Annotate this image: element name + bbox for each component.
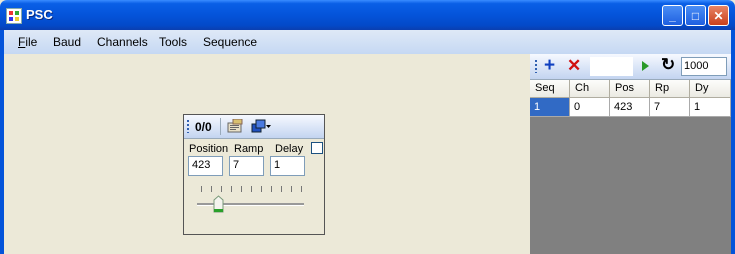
interval-input[interactable]: 1000 bbox=[681, 57, 727, 76]
stack-dropdown-icon[interactable] bbox=[251, 119, 271, 133]
maximize-icon: □ bbox=[691, 9, 700, 23]
servo-counter: 0/0 bbox=[195, 120, 212, 134]
main-window: PSC _ □ ✕ File Baud Channels Tools Seque… bbox=[0, 0, 735, 254]
sequence-toolbar: + ✕ ↻ 1000 bbox=[530, 54, 731, 80]
position-label: Position bbox=[189, 143, 229, 155]
ramp-label: Ramp bbox=[234, 143, 264, 155]
ramp-field[interactable]: 7 bbox=[229, 156, 264, 176]
delay-field[interactable]: 1 bbox=[270, 156, 305, 176]
close-button[interactable]: ✕ bbox=[708, 5, 729, 26]
column-header-seq[interactable]: Seq bbox=[530, 80, 570, 98]
title-bar[interactable]: PSC _ □ ✕ bbox=[0, 0, 735, 30]
cell-ch[interactable]: 0 bbox=[570, 98, 610, 117]
column-header-rp[interactable]: Rp bbox=[650, 80, 690, 98]
cell-pos[interactable]: 423 bbox=[610, 98, 650, 117]
sequence-toolbar-blank bbox=[590, 57, 633, 76]
menu-file-rest: ile bbox=[25, 35, 38, 49]
menu-bar: File Baud Channels Tools Sequence bbox=[0, 30, 735, 54]
loop-icon[interactable]: ↻ bbox=[661, 55, 675, 75]
window-title: PSC bbox=[26, 7, 53, 22]
servo-panel: 0/0 Position Ramp Delay 423 7 1 bbox=[183, 114, 325, 235]
maximize-button[interactable]: □ bbox=[685, 5, 706, 26]
add-icon[interactable]: + bbox=[544, 55, 555, 77]
menu-file[interactable]: File bbox=[18, 35, 37, 49]
position-slider-thumb[interactable] bbox=[213, 195, 224, 213]
menu-baud[interactable]: Baud bbox=[53, 35, 81, 49]
cell-dy[interactable]: 1 bbox=[690, 98, 731, 117]
toolbar-separator bbox=[220, 118, 221, 135]
play-icon[interactable] bbox=[642, 61, 649, 71]
delay-label: Delay bbox=[275, 143, 304, 155]
servo-toolbar: 0/0 bbox=[184, 115, 324, 139]
config-icon[interactable] bbox=[227, 119, 243, 133]
menu-sequence[interactable]: Sequence bbox=[203, 35, 257, 49]
menu-channels[interactable]: Channels bbox=[97, 35, 148, 49]
position-field[interactable]: 423 bbox=[188, 156, 223, 176]
cell-seq[interactable]: 1 bbox=[530, 98, 570, 117]
delay-checkbox[interactable] bbox=[311, 142, 323, 154]
menu-tools[interactable]: Tools bbox=[159, 35, 187, 49]
slider-ticks bbox=[201, 186, 302, 192]
delete-icon[interactable]: ✕ bbox=[567, 56, 581, 76]
sequence-toolbar-grip[interactable] bbox=[535, 60, 537, 73]
minimize-icon: _ bbox=[669, 9, 676, 23]
close-icon: ✕ bbox=[713, 9, 724, 23]
table-row[interactable]: 1 0 423 7 1 bbox=[530, 98, 731, 117]
app-icon[interactable] bbox=[6, 8, 22, 24]
grid-header: Seq Ch Pos Rp Dy bbox=[530, 80, 731, 98]
column-header-dy[interactable]: Dy bbox=[690, 80, 731, 98]
toolbar-grip[interactable] bbox=[187, 120, 189, 133]
minimize-button[interactable]: _ bbox=[662, 5, 683, 26]
column-header-pos[interactable]: Pos bbox=[610, 80, 650, 98]
sequence-panel: + ✕ ↻ 1000 Seq Ch Pos Rp Dy 1 0 423 7 1 bbox=[530, 54, 731, 254]
column-header-ch[interactable]: Ch bbox=[570, 80, 610, 98]
cell-rp[interactable]: 7 bbox=[650, 98, 690, 117]
